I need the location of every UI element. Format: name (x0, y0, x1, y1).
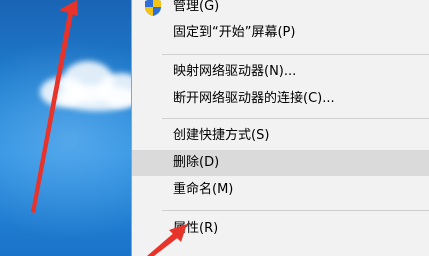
menu-item-label: 管理(G) (173, 0, 220, 14)
menu-item-label: 映射网络驱动器(N)... (173, 64, 297, 79)
menu-item-properties[interactable]: 属性(R) (132, 216, 429, 242)
menu-item-label: 删除(D) (173, 155, 220, 170)
menu-item-disconnect-network-drive[interactable]: 断开网络驱动器的连接(C)... (132, 86, 429, 112)
context-menu: 管理(G) 固定到“开始”屏幕(P) 映射网络驱动器(N)... 断开网络驱动器… (131, 0, 429, 256)
menu-item-map-network-drive[interactable]: 映射网络驱动器(N)... (132, 59, 429, 85)
uac-shield-icon (145, 0, 161, 16)
menu-item-create-shortcut[interactable]: 创建快捷方式(S) (132, 123, 429, 149)
menu-item-label: 属性(R) (173, 221, 219, 236)
menu-item-rename[interactable]: 重命名(M) (132, 177, 429, 203)
menu-item-label: 固定到“开始”屏幕(P) (173, 25, 296, 40)
menu-item-manage[interactable]: 管理(G) (132, 0, 429, 20)
menu-item-label: 重命名(M) (173, 182, 234, 197)
menu-separator (162, 54, 429, 55)
menu-item-label: 创建快捷方式(S) (173, 128, 270, 143)
menu-separator (162, 118, 429, 119)
menu-separator (162, 210, 429, 211)
menu-item-pin-to-start[interactable]: 固定到“开始”屏幕(P) (132, 20, 429, 46)
menu-item-delete[interactable]: 删除(D) (132, 150, 429, 176)
menu-item-label: 断开网络驱动器的连接(C)... (173, 91, 335, 106)
